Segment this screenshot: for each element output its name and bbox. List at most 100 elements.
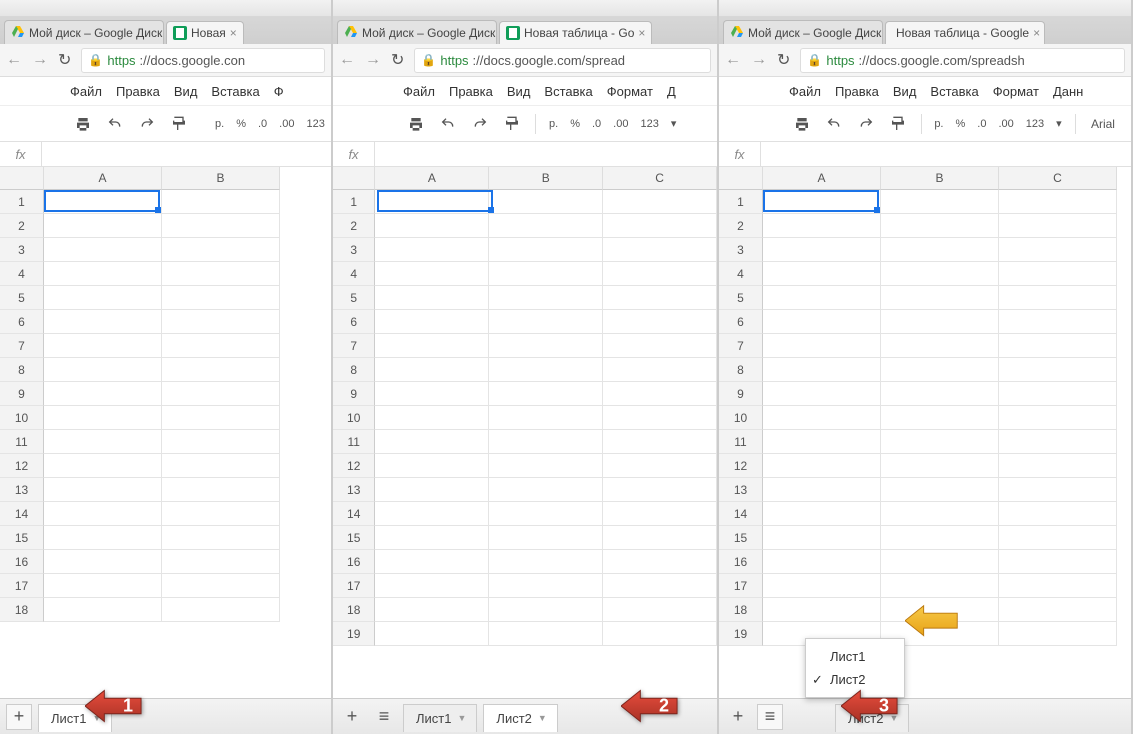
cell[interactable] — [162, 502, 280, 526]
row-header[interactable]: 8 — [719, 358, 763, 382]
cell[interactable] — [489, 310, 603, 334]
menu-item[interactable]: Вставка — [930, 84, 978, 99]
cell[interactable] — [881, 262, 999, 286]
chevron-down-icon[interactable]: ▼ — [457, 713, 466, 723]
cell[interactable] — [162, 190, 280, 214]
column-header[interactable]: B — [881, 167, 999, 190]
reload-icon[interactable]: ↻ — [58, 50, 71, 70]
menu-item[interactable]: Данн — [1053, 84, 1083, 99]
format-button[interactable]: р. — [931, 118, 946, 130]
cell[interactable] — [763, 598, 881, 622]
cell[interactable] — [44, 454, 162, 478]
cell[interactable] — [375, 262, 489, 286]
column-header[interactable]: A — [763, 167, 881, 190]
column-header[interactable]: A — [44, 167, 162, 190]
row-header[interactable]: 17 — [719, 574, 763, 598]
cell[interactable] — [881, 526, 999, 550]
column-header[interactable]: B — [489, 167, 603, 190]
row-header[interactable]: 5 — [0, 286, 44, 310]
row-header[interactable]: 2 — [333, 214, 375, 238]
row-header[interactable]: 16 — [719, 550, 763, 574]
cell[interactable] — [881, 574, 999, 598]
cell[interactable] — [375, 214, 489, 238]
row-header[interactable]: 8 — [0, 358, 44, 382]
row-header[interactable]: 9 — [719, 382, 763, 406]
cell[interactable] — [763, 358, 881, 382]
cell[interactable] — [44, 334, 162, 358]
cell[interactable] — [375, 454, 489, 478]
row-header[interactable]: 17 — [333, 574, 375, 598]
menu-item[interactable]: Файл — [70, 84, 102, 99]
format-button[interactable]: % — [567, 118, 583, 130]
row-header[interactable]: 15 — [719, 526, 763, 550]
cell[interactable] — [603, 406, 717, 430]
row-header[interactable]: 11 — [719, 430, 763, 454]
cell[interactable] — [489, 574, 603, 598]
row-header[interactable]: 4 — [0, 262, 44, 286]
cell[interactable] — [881, 310, 999, 334]
cell[interactable] — [489, 334, 603, 358]
cell[interactable] — [162, 454, 280, 478]
format-button[interactable]: 123 — [637, 118, 661, 130]
cell[interactable] — [999, 190, 1117, 214]
menu-item[interactable]: Вид — [507, 84, 531, 99]
cell[interactable] — [375, 550, 489, 574]
cell[interactable] — [763, 382, 881, 406]
cell[interactable] — [999, 622, 1117, 646]
row-header[interactable]: 5 — [333, 286, 375, 310]
undo-icon[interactable] — [821, 112, 847, 136]
cell[interactable] — [603, 622, 717, 646]
redo-icon[interactable] — [853, 112, 879, 136]
format-button[interactable]: р. — [546, 118, 561, 130]
row-header[interactable]: 3 — [719, 238, 763, 262]
row-header[interactable]: 8 — [333, 358, 375, 382]
redo-icon[interactable] — [134, 112, 160, 136]
add-sheet-button[interactable]: + — [339, 704, 365, 730]
cell[interactable] — [489, 382, 603, 406]
forward-icon[interactable]: → — [32, 51, 48, 69]
browser-tab[interactable]: Новая таблица - Google× — [885, 21, 1045, 44]
row-header[interactable]: 14 — [333, 502, 375, 526]
cell[interactable] — [881, 454, 999, 478]
cell[interactable] — [489, 358, 603, 382]
row-header[interactable]: 3 — [333, 238, 375, 262]
row-header[interactable]: 18 — [719, 598, 763, 622]
font-selector[interactable]: Arial — [1085, 117, 1121, 131]
back-icon[interactable]: ← — [339, 51, 355, 69]
cell[interactable] — [162, 526, 280, 550]
undo-icon[interactable] — [435, 112, 461, 136]
row-header[interactable]: 14 — [719, 502, 763, 526]
cell[interactable] — [763, 550, 881, 574]
row-header[interactable]: 12 — [333, 454, 375, 478]
cell[interactable] — [489, 286, 603, 310]
cell[interactable] — [881, 334, 999, 358]
back-icon[interactable]: ← — [6, 51, 22, 69]
cell[interactable] — [162, 574, 280, 598]
cell[interactable] — [44, 214, 162, 238]
cell[interactable] — [999, 214, 1117, 238]
menu-item[interactable]: Д — [667, 84, 676, 99]
row-header[interactable]: 10 — [333, 406, 375, 430]
row-header[interactable]: 5 — [719, 286, 763, 310]
cell[interactable] — [999, 526, 1117, 550]
format-button[interactable]: р. — [212, 118, 227, 130]
cell[interactable] — [999, 358, 1117, 382]
print-icon[interactable] — [789, 112, 815, 136]
format-button[interactable]: .0 — [974, 118, 989, 130]
cell[interactable] — [603, 238, 717, 262]
menu-item[interactable]: Правка — [116, 84, 160, 99]
cell[interactable] — [375, 334, 489, 358]
cell[interactable] — [162, 238, 280, 262]
close-icon[interactable]: × — [1033, 26, 1040, 40]
cell[interactable] — [44, 238, 162, 262]
cell[interactable] — [999, 478, 1117, 502]
cell[interactable] — [603, 574, 717, 598]
cell[interactable] — [162, 382, 280, 406]
fill-handle[interactable] — [488, 207, 494, 213]
menu-item[interactable]: Правка — [835, 84, 879, 99]
undo-icon[interactable] — [102, 112, 128, 136]
cell[interactable] — [763, 478, 881, 502]
row-header[interactable]: 16 — [0, 550, 44, 574]
cell[interactable] — [489, 598, 603, 622]
cell[interactable] — [162, 286, 280, 310]
